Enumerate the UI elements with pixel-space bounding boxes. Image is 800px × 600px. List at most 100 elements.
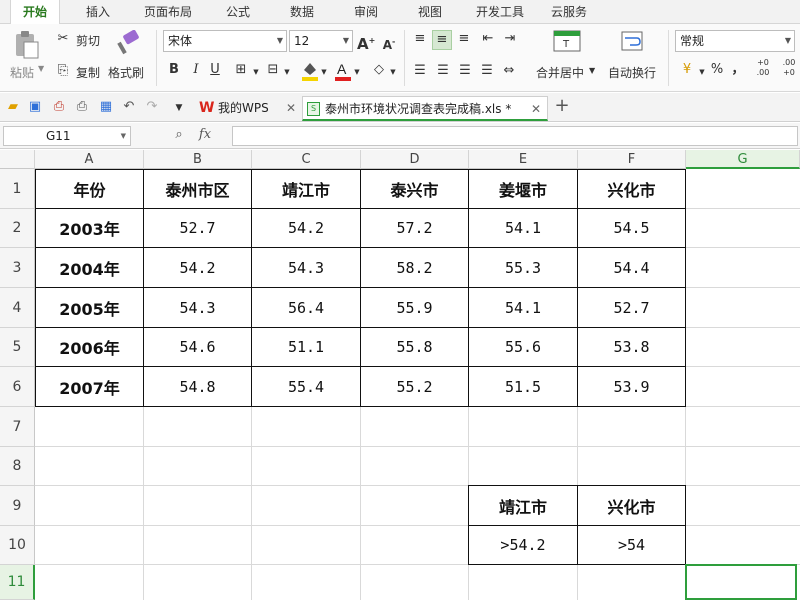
column-header-f[interactable]: F [578,150,686,169]
table-cell[interactable]: 56.4 [251,287,361,328]
menu-tab-insert[interactable]: 插入 [78,0,118,24]
table-cell[interactable]: 55.8 [360,327,469,367]
table-cell[interactable]: 55.9 [360,287,469,328]
open-folder-icon[interactable]: ▰ [4,98,22,116]
table-cell[interactable]: 55.6 [468,327,578,367]
formula-input[interactable] [232,126,798,146]
close-icon[interactable]: ✕ [286,96,296,120]
customize-dropdown-icon[interactable]: ▼ [172,99,186,117]
row-header-10[interactable]: 10 [0,526,35,565]
table-cell[interactable]: 54.3 [251,247,361,288]
menu-tab-developer[interactable]: 开发工具 [468,0,532,24]
number-format-select[interactable]: 常规 ▼ [675,30,795,52]
table-cell[interactable]: 54.3 [143,287,252,328]
chevron-down-icon[interactable]: ▼ [252,63,260,81]
merge-border-icon[interactable]: ⊟ [264,61,282,79]
table-cell[interactable]: 55.3 [468,247,578,288]
table-cell[interactable]: 54.2 [143,247,252,288]
print-icon[interactable]: ⎙ [73,98,91,116]
table-cell[interactable]: 51.5 [468,366,578,407]
paste-icon[interactable] [12,30,40,60]
table-cell[interactable]: 54.2 [251,208,361,248]
chevron-down-icon[interactable]: ▼ [698,63,706,81]
table-cell-year[interactable]: 2003年 [35,208,144,248]
selected-cell-g11[interactable] [685,564,797,600]
table-cell[interactable]: 54.8 [143,366,252,407]
row-header-7[interactable]: 7 [0,407,35,447]
column-header-b[interactable]: B [144,150,252,169]
distribute-icon[interactable]: ⇔ [500,62,518,80]
table-cell[interactable]: 53.8 [577,327,686,367]
table-cell[interactable]: 55.2 [360,366,469,407]
font-name-select[interactable]: 宋体 ▼ [163,30,287,52]
merge-center-icon[interactable]: T [553,30,581,54]
wrap-text-icon[interactable] [620,30,644,54]
zoom-icon[interactable]: ⌕ [170,126,188,144]
column-header-c[interactable]: C [252,150,361,169]
align-center-icon[interactable]: ☰ [434,62,452,80]
wrap-text-label[interactable]: 自动换行 [608,64,656,81]
tab-my-wps[interactable]: W 我的WPS ✕ [196,96,300,121]
table-cell-year[interactable]: 2006年 [35,327,144,367]
tab-document[interactable]: S 泰州市环境状况调查表完成稿.xls * ✕ [302,96,548,121]
table-cell[interactable]: 52.7 [143,208,252,248]
merge-center-label[interactable]: 合并居中 [536,64,584,81]
criteria-value-cell[interactable]: >54.2 [468,525,578,565]
scissors-icon[interactable]: ✂ [54,30,72,48]
criteria-header-cell[interactable]: 兴化市 [577,485,686,526]
table-cell[interactable]: 57.2 [360,208,469,248]
align-middle-icon[interactable]: ≡ [432,30,452,50]
redo-icon[interactable]: ↷ [143,98,161,116]
decrease-font-icon[interactable]: A- [380,33,398,54]
border-icon[interactable]: ⊞ [232,61,250,79]
new-tab-button[interactable]: + [552,97,572,115]
paste-dropdown-icon[interactable]: ▼ [38,64,44,73]
column-header-e[interactable]: E [469,150,578,169]
copy-label[interactable]: 复制 [76,64,100,81]
increase-indent-icon[interactable]: ⇥ [501,30,519,48]
row-header-4[interactable]: 4 [0,288,35,328]
fill-color-icon[interactable] [300,60,320,82]
table-cell[interactable]: 54.6 [143,327,252,367]
align-left-icon[interactable]: ☰ [411,62,429,80]
menu-tab-home[interactable]: 开始 [10,0,60,25]
table-cell[interactable]: 55.4 [251,366,361,407]
chevron-down-icon[interactable]: ▼ [589,66,595,75]
percent-button[interactable]: % [709,61,725,79]
table-cell[interactable]: 52.7 [577,287,686,328]
menu-tab-cloud[interactable]: 云服务 [544,0,594,24]
chevron-down-icon[interactable]: ▼ [353,63,361,81]
table-header-cell[interactable]: 兴化市 [577,169,686,209]
row-header-3[interactable]: 3 [0,248,35,288]
align-bottom-icon[interactable]: ≡ [455,30,473,48]
chevron-down-icon[interactable]: ▼ [389,63,397,81]
column-header-a[interactable]: A [35,150,144,169]
undo-icon[interactable]: ↶ [120,98,138,116]
font-size-select[interactable]: 12 ▼ [289,30,353,52]
chevron-down-icon[interactable]: ▼ [283,63,291,81]
column-header-d[interactable]: D [361,150,469,169]
table-cell[interactable]: 51.1 [251,327,361,367]
insert-function-button[interactable]: fx [194,126,216,144]
close-icon[interactable]: ✕ [531,97,541,121]
criteria-value-cell[interactable]: >54 [577,525,686,565]
paste-label[interactable]: 粘贴 [10,64,34,81]
row-header-1[interactable]: 1 [0,169,35,209]
menu-tab-view[interactable]: 视图 [410,0,450,24]
increase-decimal-button[interactable]: +0 .00 [752,58,774,78]
align-right-icon[interactable]: ☰ [456,62,474,80]
table-header-cell[interactable]: 泰兴市 [360,169,469,209]
table-header-cell[interactable]: 姜堰市 [468,169,578,209]
menu-tab-formulas[interactable]: 公式 [218,0,258,24]
font-color-icon[interactable]: A [333,60,353,82]
table-cell[interactable]: 58.2 [360,247,469,288]
decrease-decimal-button[interactable]: .00 +0 [778,58,800,78]
row-header-5[interactable]: 5 [0,328,35,367]
chevron-down-icon[interactable]: ▼ [320,63,328,81]
cut-label[interactable]: 剪切 [76,32,100,49]
export-pdf-icon[interactable]: ⎙ [50,98,68,116]
select-all-corner[interactable] [0,150,35,169]
menu-tab-review[interactable]: 审阅 [346,0,386,24]
row-header-9[interactable]: 9 [0,486,35,526]
criteria-header-cell[interactable]: 靖江市 [468,485,578,526]
